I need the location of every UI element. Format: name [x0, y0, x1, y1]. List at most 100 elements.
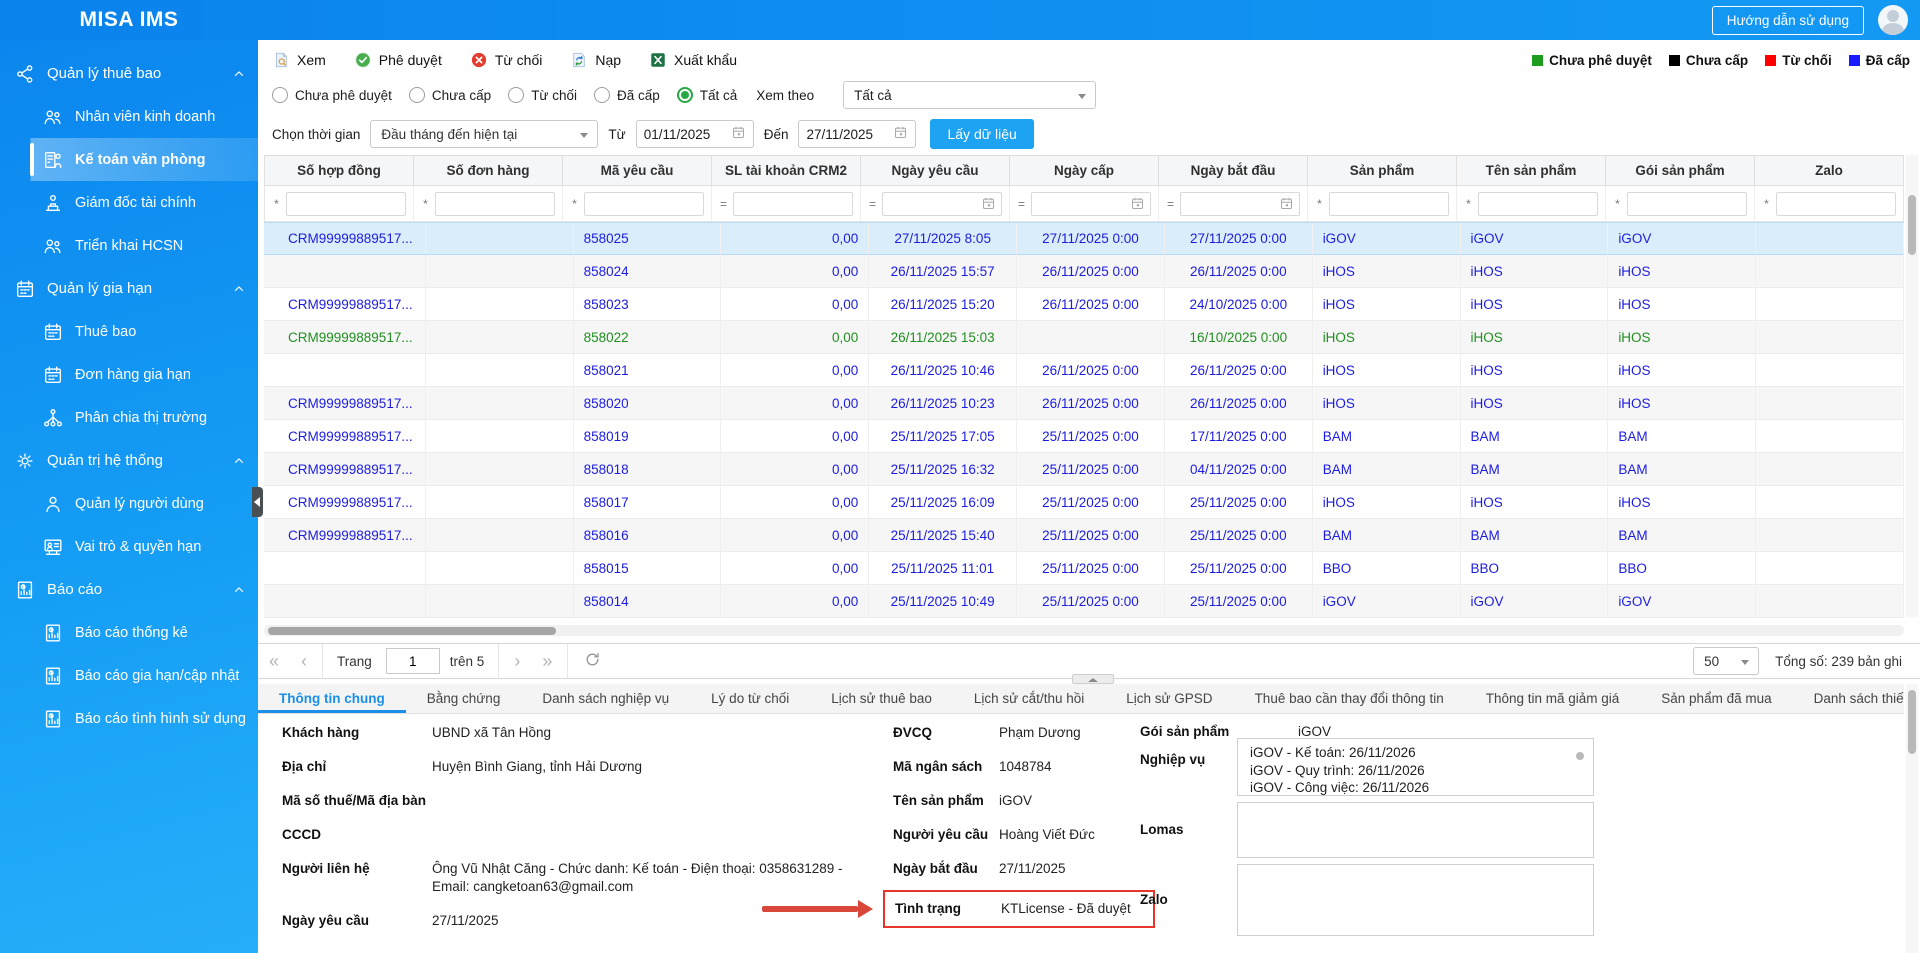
load-toolbar-button[interactable]: Nạp — [570, 51, 621, 69]
table-vscroll-thumb[interactable] — [1908, 195, 1916, 255]
table-cell — [264, 354, 426, 386]
filter-input[interactable] — [286, 191, 406, 216]
column-header-ng-y-c-p[interactable]: Ngày cấp — [1010, 156, 1159, 185]
tab-l-ch-s-c-t-thu-h-i[interactable]: Lịch sử cắt/thu hồi — [953, 684, 1105, 713]
status-radio-ch-a-ph-duy-t[interactable]: Chưa phê duyệt — [272, 87, 392, 103]
sidebar-collapse-handle[interactable] — [252, 487, 263, 517]
column-header-t-n-s-n-ph-m[interactable]: Tên sản phẩm — [1457, 156, 1606, 185]
column-header-s-n-ph-m[interactable]: Sản phẩm — [1308, 156, 1457, 185]
column-header-g-i-s-n-ph-m[interactable]: Gói sản phẩm — [1606, 156, 1755, 185]
sidebar-item-thu-bao[interactable]: Thuê bao — [0, 310, 258, 353]
page-size-select[interactable]: 50 — [1693, 647, 1760, 675]
user-avatar[interactable] — [1878, 5, 1908, 35]
filter-input[interactable] — [1031, 191, 1151, 216]
sidebar-item-b-o-c-o-th-ng-k-[interactable]: Báo cáo thống kê — [0, 611, 258, 654]
tab-b-ng-ch-ng[interactable]: Bằng chứng — [406, 684, 522, 713]
tab-thu-bao-c-n-thay-i-th-ng-tin[interactable]: Thuê bao cần thay đổi thông tin — [1234, 684, 1465, 713]
panel-resize-handle[interactable] — [1072, 674, 1114, 684]
column-header-sl-t-i-kho-n-crm2[interactable]: SL tài khoản CRM2 — [712, 156, 861, 185]
view-toolbar-button[interactable]: Xem — [272, 51, 326, 69]
table-row[interactable]: 858021 0,00 26/11/2025 10:46 26/11/2025 0:0… — [264, 354, 1904, 387]
column-header-m-y-u-c-u[interactable]: Mã yêu cầu — [563, 156, 712, 185]
last-page-button[interactable]: » — [531, 652, 563, 670]
view-by-select[interactable]: Tất cả — [843, 81, 1097, 109]
table-horizontal-scrollbar[interactable] — [264, 625, 1904, 636]
table-row[interactable]: CRM99999889517... 858025 0,00 27/11/2025 8:… — [264, 222, 1904, 255]
tab-l-do-t-ch-i[interactable]: Lý do từ chối — [690, 684, 810, 713]
table-row[interactable]: CRM99999889517... 858017 0,00 25/11/2025 16… — [264, 486, 1904, 519]
table-cell: 25/11/2025 16:09 — [869, 486, 1018, 518]
tab-danh-s-ch-nghi-p-v-[interactable]: Danh sách nghiệp vụ — [521, 684, 690, 713]
sidebar-item-qu-n-l-gia-h-n[interactable]: Quản lý gia hạn — [0, 267, 258, 310]
date-from-input[interactable]: 01/11/2025 — [635, 120, 754, 148]
table-row[interactable]: CRM99999889517... 858018 0,00 25/11/2025 16… — [264, 453, 1904, 486]
table-vertical-scrollbar[interactable] — [1906, 155, 1918, 617]
first-page-button[interactable]: « — [258, 652, 290, 670]
next-page-button[interactable]: › — [503, 652, 531, 670]
sidebar-item-ph-n-chia-th-tr-ng[interactable]: Phân chia thị trường — [0, 396, 258, 439]
refresh-button[interactable] — [572, 651, 613, 671]
table-hscroll-thumb[interactable] — [268, 626, 556, 635]
column-header-ng-y-b-t-u[interactable]: Ngày bắt đầu — [1159, 156, 1308, 185]
tab-danh-s-ch-thi-t-b-[interactable]: Danh sách thiết bị — [1793, 684, 1904, 713]
column-header-ng-y-y-u-c-u[interactable]: Ngày yêu cầu — [861, 156, 1010, 185]
excel-toolbar-button[interactable]: Xuất khẩu — [649, 51, 737, 69]
sidebar-item-qu-n-l-thu-bao[interactable]: Quản lý thuê bao — [0, 52, 258, 95]
help-button[interactable]: Hướng dẫn sử dụng — [1711, 5, 1864, 35]
tab-s-n-ph-m-mua[interactable]: Sản phẩm đã mua — [1640, 684, 1792, 713]
sidebar-item-b-o-c-o[interactable]: Báo cáo — [0, 568, 258, 611]
tab-l-ch-s-gpsd[interactable]: Lịch sử GPSD — [1105, 684, 1233, 713]
sidebar-item--n-h-ng-gia-h-n[interactable]: Đơn hàng gia hạn — [0, 353, 258, 396]
tab-th-ng-tin-m-gi-m-gi-[interactable]: Thông tin mã giảm giá — [1465, 684, 1641, 713]
filter-cell: * — [1755, 186, 1903, 221]
table-cell: 25/11/2025 0:00 — [1017, 420, 1165, 452]
filter-input[interactable] — [1329, 191, 1449, 216]
filter-input[interactable] — [1478, 191, 1598, 216]
get-data-button[interactable]: Lấy dữ liệu — [930, 119, 1034, 149]
status-radio--c-p[interactable]: Đã cấp — [594, 87, 660, 103]
date-to-input[interactable]: 27/11/2025 — [798, 120, 917, 148]
filter-input[interactable] — [1180, 191, 1300, 216]
table-row[interactable]: CRM99999889517... 858022 0,00 26/11/2025 15… — [264, 321, 1904, 354]
sidebar-item-qu-n-tr-h-th-ng[interactable]: Quản trị hệ thống — [0, 439, 258, 482]
table-row[interactable]: CRM99999889517... 858016 0,00 25/11/2025 15… — [264, 519, 1904, 552]
sidebar-item-vai-tr-quy-n-h-n[interactable]: Vai trò & quyền hạn — [0, 525, 258, 568]
status-radio-t-ch-i[interactable]: Từ chối — [508, 87, 577, 103]
scroll-dot-icon — [1576, 752, 1584, 760]
status-radio-t-t-c-[interactable]: Tất cả — [676, 87, 737, 103]
tab-th-ng-tin-chung[interactable]: Thông tin chung — [258, 684, 406, 713]
column-header-s-n-h-ng[interactable]: Số đơn hàng — [414, 156, 563, 185]
column-header-zalo[interactable]: Zalo — [1755, 156, 1903, 185]
sidebar-item-gi-m-c-t-i-ch-nh[interactable]: Giám đốc tài chính — [0, 181, 258, 224]
filter-input[interactable] — [584, 191, 704, 216]
table-row[interactable]: 858014 0,00 25/11/2025 10:49 25/11/2025 0:0… — [264, 585, 1904, 618]
column-header-s-h-p-ng[interactable]: Số hợp đồng — [265, 156, 414, 185]
table-row[interactable]: 858024 0,00 26/11/2025 15:57 26/11/2025 0:0… — [264, 255, 1904, 288]
sidebar-item-qu-n-l-ng-i-d-ng[interactable]: Quản lý người dùng — [0, 482, 258, 525]
date-preset-select[interactable]: Đầu tháng đến hiện tại — [370, 120, 599, 148]
prev-page-button[interactable]: ‹ — [290, 652, 318, 670]
filter-input[interactable] — [733, 191, 853, 216]
sidebar-item-k-to-n-v-n-ph-ng[interactable]: Kế toán văn phòng — [0, 138, 258, 181]
approve-toolbar-button[interactable]: Phê duyệt — [354, 51, 442, 69]
detail-vscroll-thumb[interactable] — [1908, 690, 1916, 754]
sidebar-item-b-o-c-o-gia-h-n-c-p-nh-t[interactable]: Báo cáo gia hạn/cập nhật — [0, 654, 258, 697]
reject-toolbar-button[interactable]: Từ chối — [470, 51, 542, 69]
sidebar-item-tri-n-khai-hcsn[interactable]: Triển khai HCSN — [0, 224, 258, 267]
table-row[interactable]: 858015 0,00 25/11/2025 11:01 25/11/2025 0:0… — [264, 552, 1904, 585]
sidebar-item-nh-n-vi-n-kinh-doanh[interactable]: Nhân viên kinh doanh — [0, 95, 258, 138]
table-row[interactable]: CRM99999889517... 858023 0,00 26/11/2025 15… — [264, 288, 1904, 321]
legend-item: Chưa phê duyệt — [1532, 53, 1652, 68]
page-number-input[interactable] — [385, 648, 440, 674]
filter-input[interactable] — [1627, 191, 1747, 216]
filter-input[interactable] — [882, 191, 1002, 216]
table-row[interactable]: CRM99999889517... 858019 0,00 25/11/2025 17… — [264, 420, 1904, 453]
sidebar-item-b-o-c-o-t-nh-h-nh-s-d-ng[interactable]: Báo cáo tình hình sử dụng — [0, 697, 258, 740]
tab-l-ch-s-thu-bao[interactable]: Lịch sử thuê bao — [810, 684, 953, 713]
filter-input[interactable] — [435, 191, 555, 216]
status-radio-ch-a-c-p[interactable]: Chưa cấp — [408, 87, 491, 103]
table-filter-row: * * * = = = = * * * * — [264, 186, 1904, 222]
detail-vertical-scrollbar[interactable] — [1906, 684, 1918, 953]
table-row[interactable]: CRM99999889517... 858020 0,00 26/11/2025 10… — [264, 387, 1904, 420]
filter-input[interactable] — [1776, 191, 1896, 216]
